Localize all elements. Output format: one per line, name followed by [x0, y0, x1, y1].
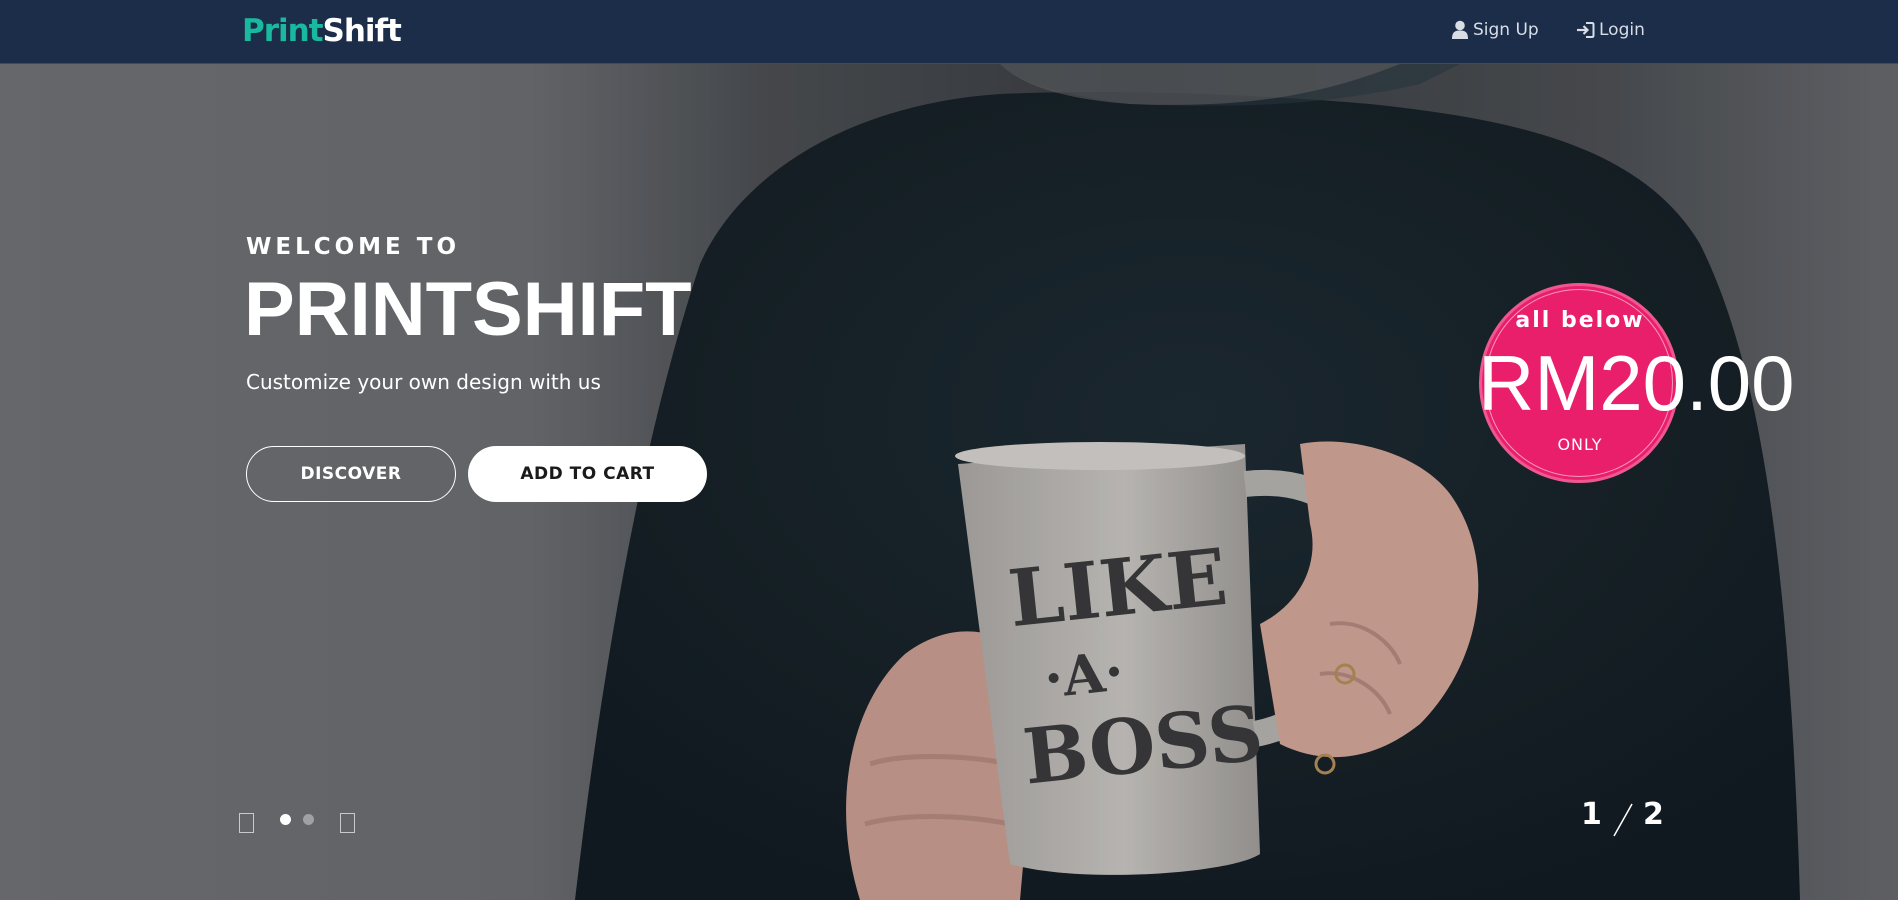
promo-top-text: all below: [1515, 308, 1645, 333]
hero-slider: LIKE ·A· BOSS WELCOME TO PRINTSHIFT Cust…: [0, 64, 1898, 900]
carousel-next-arrow[interactable]: [340, 813, 355, 833]
slide-counter-current: 1: [1581, 797, 1602, 832]
brand-logo[interactable]: PrintShift: [242, 13, 402, 49]
hero-subtitle: Customize your own design with us: [246, 370, 601, 394]
hero-kicker: WELCOME TO: [246, 234, 461, 260]
login-label: Login: [1599, 20, 1645, 40]
add-to-cart-button[interactable]: ADD TO CART: [468, 446, 707, 502]
carousel-dot-1[interactable]: [280, 814, 291, 825]
carousel-prev-arrow[interactable]: [239, 813, 254, 833]
login-link[interactable]: Login: [1575, 20, 1645, 40]
signup-link[interactable]: Sign Up: [1451, 20, 1539, 40]
signup-label: Sign Up: [1473, 20, 1539, 40]
slide-counter-divider: [1613, 803, 1633, 837]
user-icon: [1452, 20, 1468, 39]
hero-title: PRINTSHIFT: [244, 267, 692, 352]
promo-bottom-text: ONLY: [1557, 435, 1603, 454]
slide-counter-total: 2: [1643, 797, 1664, 832]
promo-price: RM20.00: [1478, 339, 1795, 427]
brand-logo-part1: Print: [242, 13, 324, 49]
login-icon: [1577, 22, 1595, 38]
discover-button[interactable]: DISCOVER: [246, 446, 456, 502]
carousel-dot-2[interactable]: [303, 814, 314, 825]
brand-logo-part2: Shift: [322, 13, 402, 49]
top-navbar: PrintShift Sign Up Login: [0, 0, 1898, 64]
